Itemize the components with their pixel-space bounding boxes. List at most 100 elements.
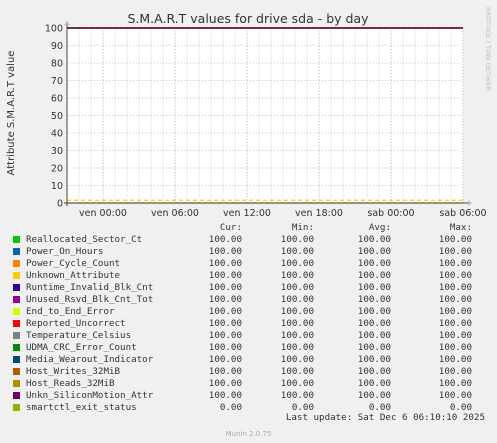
legend-swatch (13, 296, 20, 303)
legend-series-name: Unknown_Attribute (26, 270, 121, 281)
legend-value-min: 100.00 (280, 294, 314, 305)
legend-swatch (13, 308, 20, 315)
legend-series-name: Host_Reads_32MiB (26, 378, 115, 389)
legend-value-cur: 100.00 (208, 282, 242, 293)
legend-value-cur: 100.00 (208, 366, 242, 377)
legend-row: Power_Cycle_Count 100.00 100.00 100.00 100.0… (0, 258, 497, 270)
legend-value-avg: 100.00 (357, 294, 391, 305)
legend-row: Unkn_SiliconMotion_Attr 100.00 100.00 100.0… (0, 390, 497, 402)
legend-value-max: 100.00 (438, 390, 472, 401)
legend-series-name: Power_On_Hours (26, 246, 104, 257)
legend-value-cur: 100.00 (208, 390, 242, 401)
legend-row: Host_Reads_32MiB 100.00 100.00 100.00 100.00 (0, 378, 497, 390)
legend-swatch (13, 404, 20, 411)
legend-value-avg: 100.00 (357, 378, 391, 389)
legend-value-min: 100.00 (280, 258, 314, 269)
legend-header-row: Cur: Min: Avg: Max: (0, 222, 497, 234)
legend-row: Temperature_Celsius 100.00 100.00 100.00 100… (0, 330, 497, 342)
legend-row: Unused_Rsvd_Blk_Cnt_Tot 100.00 100.00 100.0… (0, 294, 497, 306)
legend-value-max: 100.00 (438, 366, 472, 377)
legend-value-max: 100.00 (438, 246, 472, 257)
legend-value-max: 100.00 (438, 378, 472, 389)
legend-value-min: 100.00 (280, 390, 314, 401)
legend-swatch (13, 236, 20, 243)
legend-series-name: Power_Cycle_Count (26, 258, 121, 269)
legend-series-name: Host_Writes_32MiB (26, 366, 121, 377)
legend-swatch (13, 332, 20, 339)
legend-value-cur: 100.00 (208, 378, 242, 389)
legend-value-cur: 100.00 (208, 318, 242, 329)
legend-row: Reallocated_Sector_Ct 100.00 100.00 100.00 1… (0, 234, 497, 246)
legend-value-cur: 100.00 (208, 234, 242, 245)
legend-value-min: 100.00 (280, 306, 314, 317)
legend-series-name: Unused_Rsvd_Blk_Cnt_Tot (26, 294, 154, 305)
header-cur: Cur: (219, 222, 242, 233)
footer: Munin 2.0.75 (225, 430, 272, 438)
legend-value-min: 100.00 (280, 366, 314, 377)
legend-series-name: End_to_End_Error (26, 306, 115, 317)
legend-value-avg: 100.00 (357, 354, 391, 365)
last-update: Last update: Sat Dec 6 06:10:10 2025 (285, 412, 485, 423)
legend-value-min: 100.00 (280, 330, 314, 341)
header-min: Min: (291, 222, 314, 233)
legend-value-max: 100.00 (438, 294, 472, 305)
legend-value-max: 100.00 (438, 282, 472, 293)
legend-value-min: 100.00 (280, 378, 314, 389)
legend-value-avg: 100.00 (357, 318, 391, 329)
legend-value-avg: 100.00 (357, 270, 391, 281)
legend-value-max: 100.00 (438, 234, 472, 245)
legend-value-min: 100.00 (280, 234, 314, 245)
legend-value-max: 100.00 (438, 342, 472, 353)
legend-row: Reported_Uncorrect 100.00 100.00 100.00 100.… (0, 318, 497, 330)
legend-row: Runtime_Invalid_Blk_Cnt 100.00 100.00 100.0… (0, 282, 497, 294)
legend-series-name: Reported_Uncorrect (26, 318, 126, 329)
legend-value-avg: 100.00 (357, 234, 391, 245)
legend-swatch (13, 368, 20, 375)
legend-value-cur: 100.00 (208, 306, 242, 317)
legend-value-cur: 100.00 (208, 330, 242, 341)
legend-value-cur: 100.00 (208, 270, 242, 281)
legend-series-name: Runtime_Invalid_Blk_Cnt (26, 282, 154, 293)
legend-value-avg: 100.00 (357, 330, 391, 341)
legend-row: Media_Wearout_Indicator 100.00 100.00 100.0… (0, 354, 497, 366)
legend-row: Unknown_Attribute 100.00 100.00 100.00 100.0… (0, 270, 497, 282)
legend-value-avg: 100.00 (357, 342, 391, 353)
legend-value-cur: 100.00 (208, 246, 242, 257)
legend-row: Host_Writes_32MiB 100.00 100.00 100.00 100.0… (0, 366, 497, 378)
legend: Cur: Min: Avg: Max: Reallocated_Sector_C… (0, 0, 497, 443)
legend-series-name: Unkn_SiliconMotion_Attr (26, 390, 154, 401)
legend-row: End_to_End_Error 100.00 100.00 100.00 100.00 (0, 306, 497, 318)
legend-value-max: 100.00 (438, 318, 472, 329)
legend-value-avg: 100.00 (357, 390, 391, 401)
legend-value-min: 100.00 (280, 246, 314, 257)
legend-series-name: Reallocated_Sector_Ct (26, 234, 143, 245)
legend-swatch (13, 320, 20, 327)
header-max: Max: (449, 222, 472, 233)
legend-value-avg: 100.00 (357, 306, 391, 317)
header-avg: Avg: (368, 222, 391, 233)
legend-value-avg: 100.00 (357, 282, 391, 293)
legend-value-cur: 100.00 (208, 294, 242, 305)
legend-value-avg: 100.00 (357, 366, 391, 377)
legend-value-avg: 100.00 (357, 246, 391, 257)
legend-value-max: 100.00 (438, 258, 472, 269)
legend-value-min: 100.00 (280, 342, 314, 353)
legend-value-cur: 100.00 (208, 342, 242, 353)
legend-series-name: Temperature_Celsius (26, 330, 132, 341)
legend-value-min: 100.00 (280, 354, 314, 365)
legend-series-name: Media_Wearout_Indicator (26, 354, 154, 365)
legend-value-cur: 100.00 (208, 354, 242, 365)
legend-swatch (13, 380, 20, 387)
legend-value-avg: 100.00 (357, 258, 391, 269)
legend-row: UDMA_CRC_Error_Count 100.00 100.00 100.00 10… (0, 342, 497, 354)
legend-swatch (13, 344, 20, 351)
legend-swatch (13, 248, 20, 255)
legend-value-min: 100.00 (280, 318, 314, 329)
legend-value-cur: 100.00 (208, 258, 242, 269)
legend-value-min: 100.00 (280, 270, 314, 281)
legend-swatch (13, 272, 20, 279)
legend-series-name: UDMA_CRC_Error_Count (26, 342, 137, 353)
legend-swatch (13, 392, 20, 399)
legend-swatch (13, 356, 20, 363)
legend-swatch (13, 260, 20, 267)
